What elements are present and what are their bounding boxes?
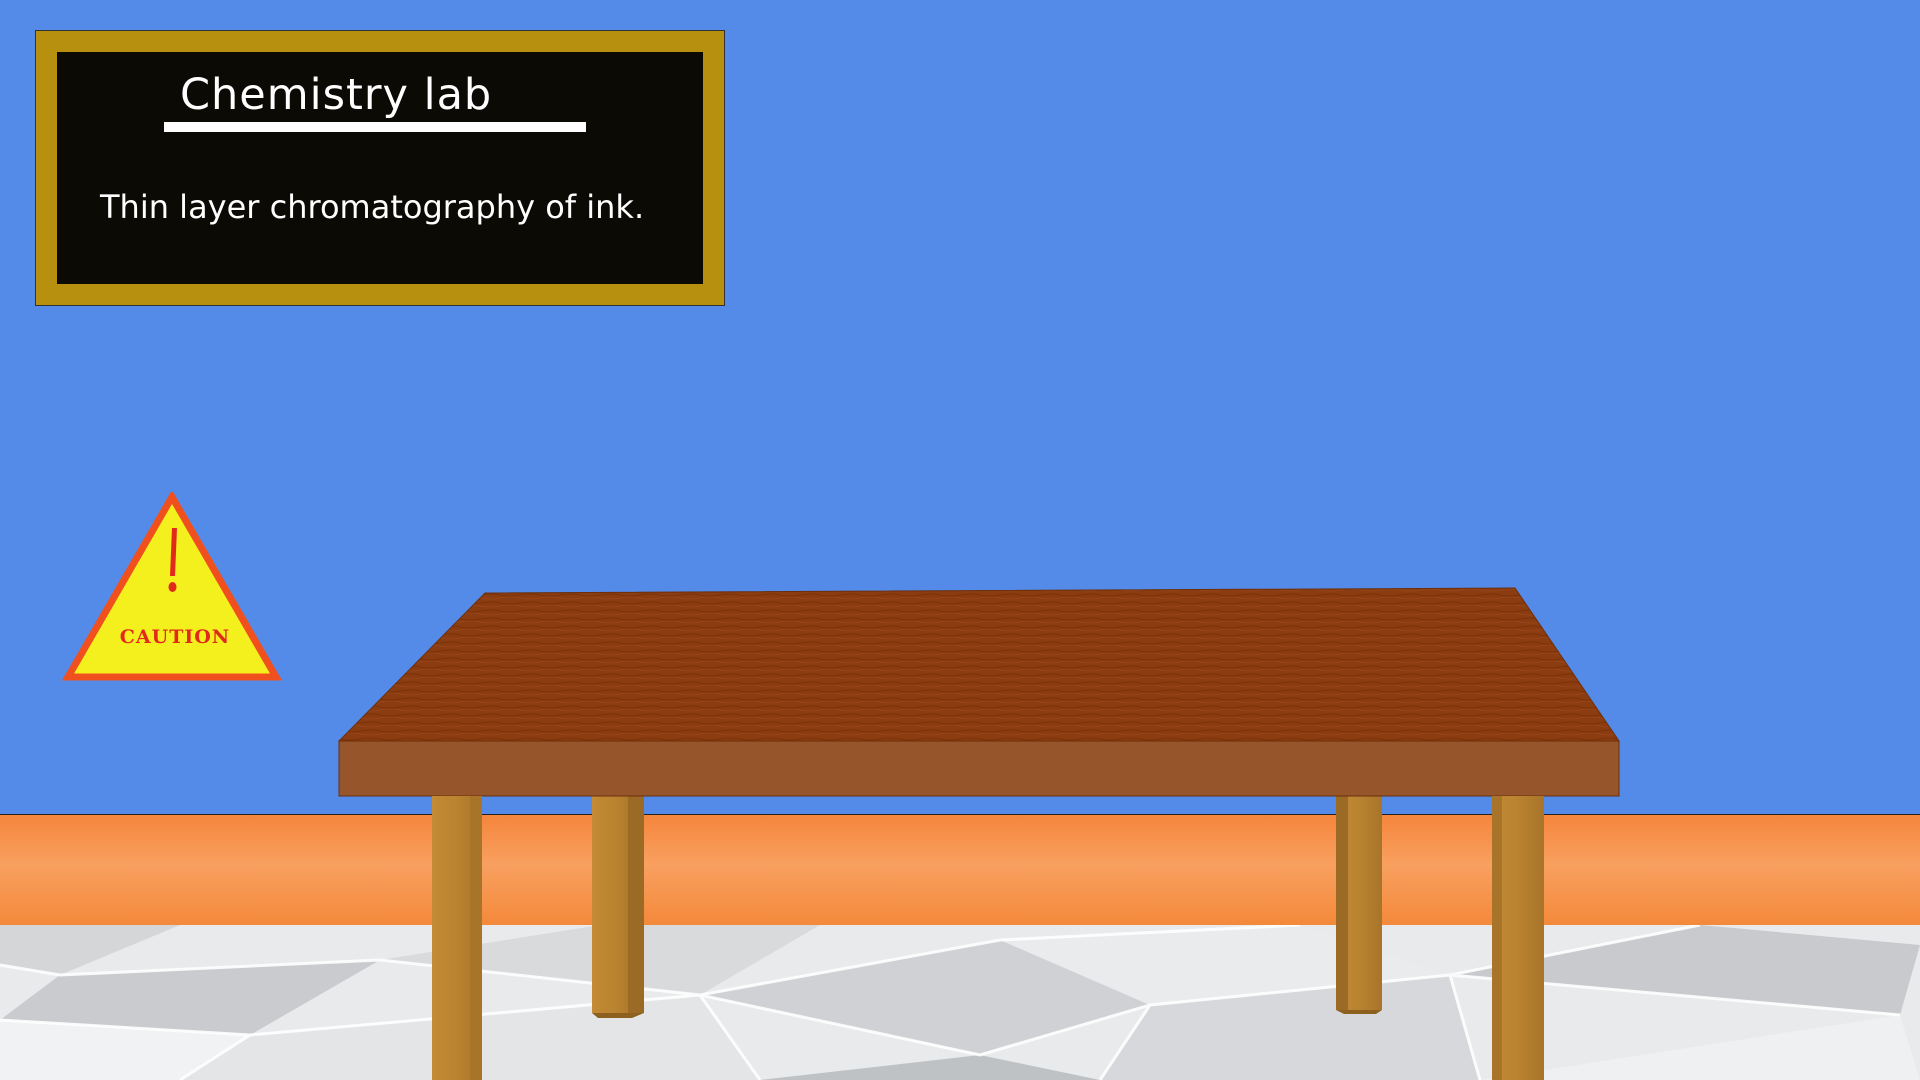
caution-sign: CAUTION bbox=[62, 492, 282, 682]
board-subtitle: Thin layer chromatography of ink. bbox=[100, 188, 645, 226]
title-underline bbox=[164, 122, 586, 132]
marble-floor bbox=[0, 925, 1920, 1080]
lab-scene: Chemistry lab Thin layer chromatography … bbox=[0, 0, 1920, 1080]
wall-baseboard bbox=[0, 814, 1920, 926]
blackboard: Chemistry lab Thin layer chromatography … bbox=[35, 30, 725, 306]
caution-label: CAUTION bbox=[119, 626, 231, 648]
board-title: Chemistry lab bbox=[180, 70, 493, 120]
blackboard-surface: Chemistry lab Thin layer chromatography … bbox=[57, 52, 703, 284]
